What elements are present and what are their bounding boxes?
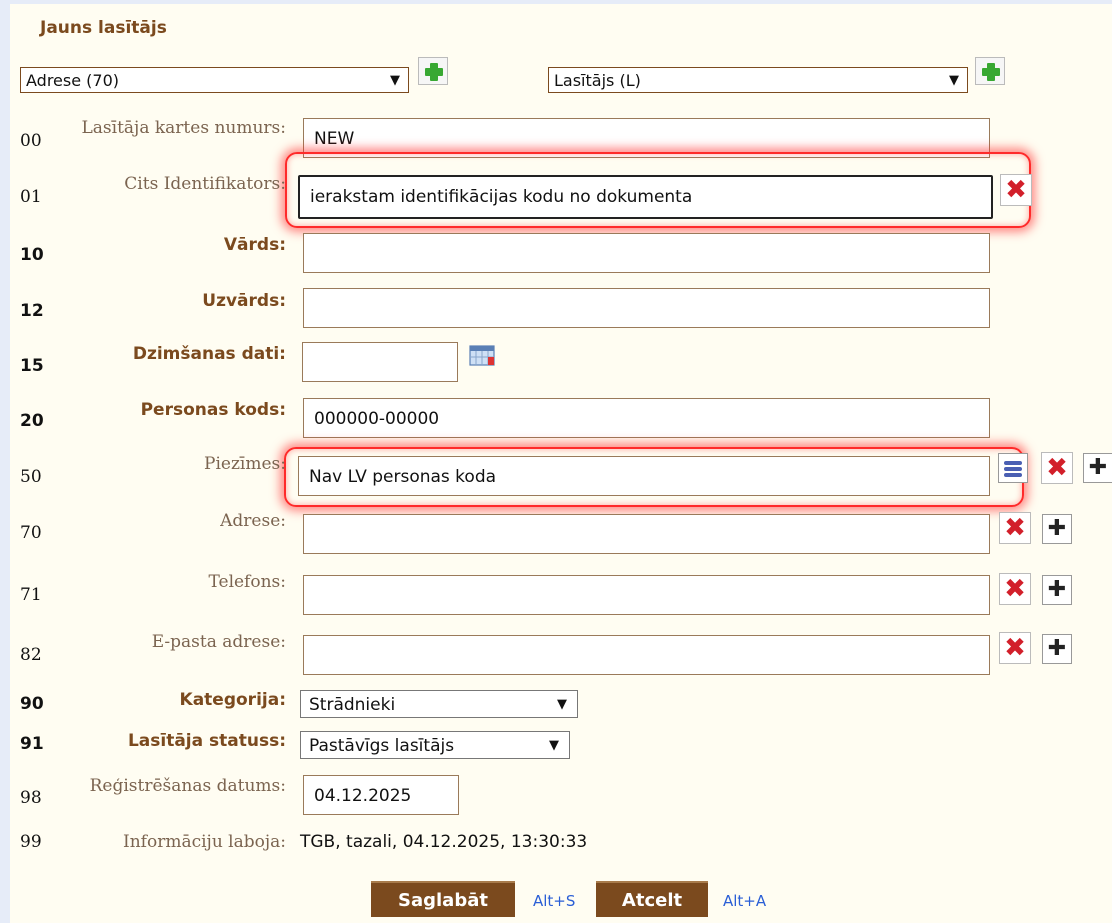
calendar-icon[interactable] [468,342,498,368]
field-label-last-name: Uzvārds: [202,291,286,311]
save-button[interactable]: Saglabāt [371,881,515,917]
reader-status-value: Pastāvīgs lasītājs [309,736,455,756]
notes-list-icon[interactable] [998,453,1028,483]
form-title: Jauns lasītājs [40,18,167,38]
address-input[interactable] [303,514,990,554]
field-label-card-number: Lasītāja kartes numurs: [81,118,287,138]
birth-date-input[interactable] [302,342,458,382]
email-input[interactable] [303,635,990,675]
category-value: Strādnieki [309,695,396,715]
left-field-selector[interactable]: Adrese (70) ▼ [20,67,409,93]
field-number-71: 71 [20,585,42,605]
field-number-10: 10 [20,245,44,265]
add-email-plus-icon[interactable]: ✚ [1042,634,1072,664]
chevron-down-icon: ▼ [390,73,400,88]
field-label-email: E-pasta adrese: [151,632,286,652]
field-number-50: 50 [20,467,42,487]
phone-input[interactable] [303,575,990,615]
left-field-selector-value: Adrese (70) [26,71,119,90]
field-label-category: Kategorija: [179,690,286,710]
personal-code-input[interactable]: 000000-00000 [303,398,990,438]
other-identifier-input[interactable]: ierakstam identifikācijas kodu no dokume… [298,175,993,219]
chevron-down-icon: ▼ [549,738,559,753]
field-label-address: Adrese: [220,511,286,531]
first-name-input[interactable] [303,233,990,273]
modified-by-value: TGB, tazali, 04.12.2025, 13:30:33 [300,832,588,852]
field-number-12: 12 [20,301,44,321]
delete-address-icon[interactable]: ✖ [999,512,1031,544]
field-label-reader-status: Lasītāja statuss: [127,731,286,751]
field-number-82: 82 [20,645,42,665]
right-record-selector-value: Lasītājs (L) [554,71,641,90]
registration-date-value: 04.12.2025 [314,786,412,806]
chevron-down-icon: ▼ [557,697,567,712]
field-label-first-name: Vārds: [223,235,286,255]
add-notes-plus-icon[interactable]: ✚ [1083,453,1112,483]
notes-input[interactable]: Nav LV personas koda [298,456,990,496]
add-address-plus-icon[interactable]: ✚ [1042,514,1072,544]
delete-phone-icon[interactable]: ✖ [999,573,1031,605]
field-label-phone: Telefons: [208,572,286,592]
reader-status-select[interactable]: Pastāvīgs lasītājs ▼ [300,731,570,759]
chevron-down-icon: ▼ [949,73,959,88]
save-hotkey-hint: Alt+S [533,892,576,910]
registration-date-input[interactable]: 04.12.2025 [303,775,459,815]
add-phone-plus-icon[interactable]: ✚ [1042,575,1072,605]
other-identifier-value: ierakstam identifikācijas kodu no dokume… [310,187,693,207]
field-number-00: 00 [20,131,42,151]
personal-code-value: 000000-00000 [314,409,440,429]
field-number-91: 91 [20,734,44,754]
cancel-button[interactable]: Atcelt [596,881,708,917]
field-number-70: 70 [20,523,42,543]
field-label-notes: Piezīmes: [204,454,286,474]
field-number-15: 15 [20,356,44,376]
notes-value: Nav LV personas koda [309,467,497,487]
add-field-plus-icon[interactable] [418,57,448,85]
delete-notes-icon[interactable]: ✖ [1041,452,1073,484]
field-number-90: 90 [20,694,44,714]
delete-email-icon[interactable]: ✖ [999,632,1031,664]
field-label-other-identifier: Cits Identifikators: [124,174,286,194]
add-record-plus-icon[interactable] [975,57,1005,85]
field-number-20: 20 [20,411,44,431]
last-name-input[interactable] [303,288,990,328]
right-record-selector[interactable]: Lasītājs (L) ▼ [548,67,968,93]
delete-identifier-icon[interactable]: ✖ [1000,174,1032,206]
field-number-99: 99 [20,832,42,852]
field-label-birth-date: Dzimšanas dati: [132,344,286,364]
field-label-personal-code: Personas kods: [140,400,286,420]
cancel-hotkey-hint: Alt+A [723,892,767,910]
card-number-value: NEW [314,129,355,149]
category-select[interactable]: Strādnieki ▼ [300,690,578,718]
field-label-registration-date: Reģistrēšanas datums: [89,776,286,796]
field-number-98: 98 [20,788,42,808]
field-number-01: 01 [20,187,42,207]
field-label-modified-by: Informāciju laboja: [123,832,286,852]
